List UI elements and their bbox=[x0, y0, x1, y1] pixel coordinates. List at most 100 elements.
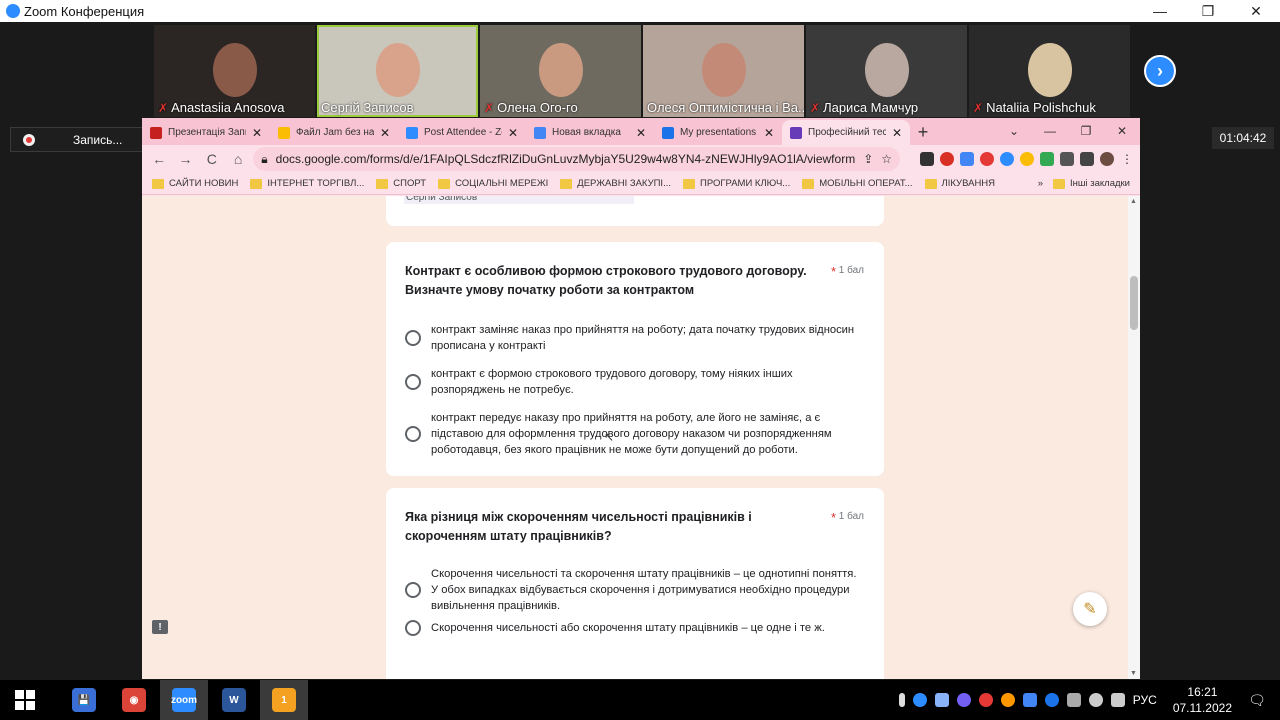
edit-pencil-icon[interactable]: ✎ bbox=[1073, 592, 1107, 626]
participant-tile[interactable]: ✗ Anastasiia Anosova bbox=[154, 25, 315, 117]
taskbar-app-word[interactable]: W bbox=[210, 680, 258, 720]
kebab-menu-icon[interactable]: ⋮ bbox=[1120, 152, 1134, 166]
minimize-button[interactable]: — bbox=[1136, 0, 1184, 22]
zoom-logo-icon bbox=[6, 4, 20, 18]
browser-minimize-button[interactable]: — bbox=[1032, 118, 1068, 143]
close-button[interactable]: ✕ bbox=[1232, 0, 1280, 22]
language-indicator[interactable]: РУС bbox=[1133, 693, 1157, 707]
back-arrow-icon[interactable]: ← bbox=[148, 147, 170, 171]
folder-icon bbox=[1053, 178, 1065, 189]
browser-tab-active[interactable]: Професійний тест ✕ bbox=[782, 120, 910, 145]
bookmark-folder[interactable]: САЙТИ НОВИН bbox=[152, 178, 238, 189]
sidepanel-icon[interactable] bbox=[1080, 152, 1095, 166]
taskbar-app-viber[interactable]: 1 bbox=[260, 680, 308, 720]
puzzle-icon[interactable] bbox=[1060, 152, 1075, 166]
tab-title: Презентація Запис bbox=[168, 127, 246, 138]
opera-icon[interactable] bbox=[980, 152, 995, 166]
browser-window-controls: ⌄ — ❐ ✕ bbox=[996, 118, 1140, 143]
tab-close-icon[interactable]: ✕ bbox=[380, 126, 390, 140]
participant-tile[interactable]: Олеся Оптимістична і Ва... bbox=[643, 25, 804, 117]
radio-button[interactable] bbox=[405, 330, 421, 346]
participant-tile[interactable]: ✗ Олена Ого-го bbox=[480, 25, 641, 117]
zoom-extension-icon[interactable] bbox=[1000, 152, 1015, 166]
battery-icon[interactable] bbox=[1066, 693, 1081, 707]
share-icon[interactable]: ⇪ bbox=[863, 152, 873, 166]
browser-maximize-button[interactable]: ❐ bbox=[1068, 118, 1104, 143]
browser-tab[interactable]: Новая вкладка ✕ bbox=[526, 120, 654, 145]
radio-option[interactable]: Скорочення чисельності та скорочення шта… bbox=[405, 566, 865, 614]
address-bar[interactable]: 🔒︎ docs.google.com/forms/d/e/1FAIpQLSdcz… bbox=[253, 147, 901, 171]
bookmark-folder[interactable]: МОБІЛЬНІ ОПЕРАТ... bbox=[802, 178, 913, 189]
taskbar-app-save[interactable]: 💾 bbox=[60, 680, 108, 720]
microphone-icon[interactable] bbox=[898, 693, 905, 707]
profile-avatar[interactable] bbox=[1100, 152, 1115, 166]
translate-icon[interactable] bbox=[960, 152, 975, 166]
participant-tile[interactable]: ✗ Nataliia Polishchuk bbox=[969, 25, 1130, 117]
participant-tile[interactable]: ✗ Лариса Мамчур bbox=[806, 25, 967, 117]
bookmark-folder[interactable]: ПРОГРАМИ КЛЮЧ... bbox=[683, 178, 790, 189]
browser-close-button[interactable]: ✕ bbox=[1104, 118, 1140, 143]
tab-close-icon[interactable]: ✕ bbox=[764, 126, 774, 140]
more-bookmarks-chevron-icon[interactable]: » bbox=[1038, 178, 1043, 189]
browser-tab[interactable]: Post Attendee - Zo ✕ bbox=[398, 120, 526, 145]
taskbar-app-zoom[interactable]: zoom bbox=[160, 680, 208, 720]
radio-option[interactable]: контракт передує наказу про прийняття на… bbox=[405, 410, 865, 458]
report-feedback-icon[interactable]: ! bbox=[152, 620, 168, 634]
forward-arrow-icon[interactable]: → bbox=[174, 147, 196, 171]
reload-icon[interactable]: C bbox=[201, 147, 223, 171]
volume-icon[interactable] bbox=[1110, 693, 1125, 707]
maximize-button[interactable]: ❐ bbox=[1184, 0, 1232, 22]
adblock-icon[interactable] bbox=[940, 152, 955, 166]
taskbar-clock[interactable]: 16:21 07.11.2022 bbox=[1173, 684, 1232, 716]
next-page-chevron-icon[interactable]: › bbox=[1144, 55, 1176, 87]
bookmarks-bar: САЙТИ НОВИН ІНТЕРНЕТ ТОРГІВЛ... СПОРТ СО… bbox=[142, 173, 1140, 195]
other-bookmarks-folder[interactable]: Інші закладки bbox=[1053, 178, 1130, 189]
scroll-down-arrow-icon[interactable]: ▼ bbox=[1130, 670, 1137, 677]
scrollbar-thumb[interactable] bbox=[1130, 276, 1138, 330]
new-tab-button[interactable]: + bbox=[910, 120, 936, 145]
meeting-timer: 01:04:42 bbox=[1212, 127, 1274, 149]
viber-tray-icon[interactable] bbox=[956, 693, 971, 707]
tab-close-icon[interactable]: ✕ bbox=[636, 126, 646, 140]
radio-button[interactable] bbox=[405, 582, 421, 598]
wifi-icon[interactable] bbox=[1088, 693, 1103, 707]
radio-option[interactable]: Скорочення чисельності або скорочення шт… bbox=[405, 620, 865, 636]
folder-icon bbox=[152, 178, 164, 189]
chrome-icon: ◉ bbox=[122, 688, 146, 712]
antivirus-icon[interactable] bbox=[978, 693, 993, 707]
tab-search-icon[interactable]: ⌄ bbox=[996, 118, 1032, 143]
tab-close-icon[interactable]: ✕ bbox=[508, 126, 518, 140]
browser-tab[interactable]: Файл Jam без назв ✕ bbox=[270, 120, 398, 145]
radio-button[interactable] bbox=[405, 374, 421, 390]
page-scrollbar[interactable]: ▲ ▼ bbox=[1128, 196, 1140, 679]
apps-grid-icon[interactable] bbox=[1040, 152, 1055, 166]
notifications-icon[interactable]: 🗨︎ bbox=[1240, 692, 1274, 709]
browser-tab[interactable]: My presentations - ✕ bbox=[654, 120, 782, 145]
tab-close-icon[interactable]: ✕ bbox=[252, 126, 262, 140]
bookmark-folder[interactable]: ІНТЕРНЕТ ТОРГІВЛ... bbox=[250, 178, 364, 189]
bookmark-folder[interactable]: СОЦІАЛЬНІ МЕРЕЖІ bbox=[438, 178, 548, 189]
browser-tab[interactable]: Презентація Запис ✕ bbox=[142, 120, 270, 145]
tab-close-icon[interactable]: ✕ bbox=[892, 126, 902, 140]
radio-button[interactable] bbox=[405, 426, 421, 442]
participant-tile-active-speaker[interactable]: Сергій Записов bbox=[317, 25, 478, 117]
taskbar-app-chrome[interactable]: ◉ bbox=[110, 680, 158, 720]
bookmark-folder[interactable]: ДЕРЖАВНІ ЗАКУПІ... bbox=[560, 178, 671, 189]
display-icon[interactable] bbox=[1022, 693, 1037, 707]
extension-icon[interactable] bbox=[920, 152, 935, 166]
bluetooth-icon[interactable] bbox=[1044, 693, 1059, 707]
bookmark-folder[interactable]: СПОРТ bbox=[376, 178, 426, 189]
radio-option[interactable]: контракт є формою строкового трудового д… bbox=[405, 366, 865, 398]
zoom-tray-icon[interactable] bbox=[912, 693, 927, 707]
weather-icon[interactable] bbox=[1020, 152, 1035, 166]
folder-icon bbox=[250, 178, 263, 189]
network-share-icon[interactable] bbox=[934, 693, 949, 707]
bookmark-star-icon[interactable]: ☆ bbox=[881, 152, 892, 166]
home-icon[interactable]: ⌂ bbox=[227, 147, 249, 171]
radio-option[interactable]: контракт заміняє наказ про прийняття на … bbox=[405, 322, 865, 354]
notification-app-icon[interactable] bbox=[1000, 693, 1015, 707]
start-button[interactable] bbox=[0, 680, 50, 720]
bookmark-folder[interactable]: ЛІКУВАННЯ bbox=[924, 178, 995, 189]
radio-button[interactable] bbox=[405, 620, 421, 636]
scroll-up-arrow-icon[interactable]: ▲ bbox=[1130, 198, 1137, 205]
